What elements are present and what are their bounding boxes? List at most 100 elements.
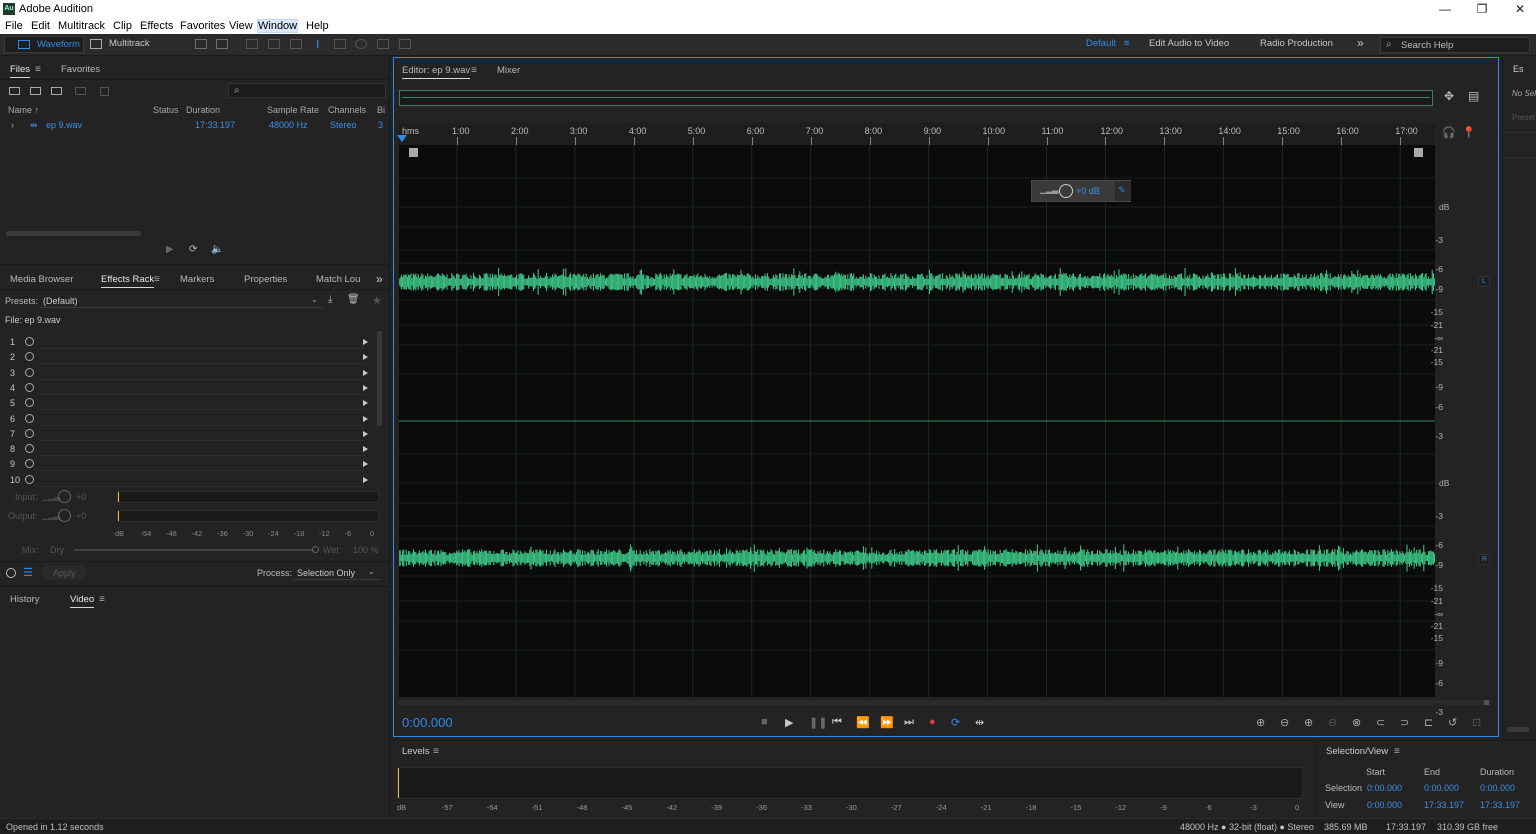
column-channels[interactable]: Channels bbox=[328, 105, 366, 115]
rack-power-icon[interactable] bbox=[6, 568, 16, 578]
save-preset-icon[interactable]: ⤓ bbox=[328, 294, 332, 305]
previous-button[interactable]: ⏮ bbox=[832, 716, 842, 729]
view-end[interactable]: 17:33.197 bbox=[1424, 800, 1464, 810]
next-button[interactable]: ⏭ bbox=[904, 716, 914, 729]
files-search-input[interactable]: ⌕ bbox=[228, 83, 386, 98]
slip-tool-icon[interactable] bbox=[290, 39, 302, 49]
play-preview-icon[interactable]: ▶ bbox=[166, 244, 174, 255]
lasso-tool-icon[interactable] bbox=[355, 39, 367, 49]
pause-button[interactable]: ❚❚ bbox=[809, 716, 827, 729]
zoom-tracks-icon[interactable]: ⊡ bbox=[1472, 716, 1481, 729]
effect-menu-arrow-icon[interactable] bbox=[363, 339, 368, 345]
editor-menu-icon[interactable]: ≡ bbox=[471, 65, 477, 76]
pin-hud-button[interactable]: ✎ bbox=[1115, 181, 1131, 201]
playhead-marker[interactable] bbox=[397, 135, 407, 142]
fade-in-handle-icon[interactable] bbox=[409, 148, 418, 157]
menu-multitrack[interactable]: Multitrack bbox=[58, 20, 105, 32]
waveform-view-button[interactable]: Waveform bbox=[4, 36, 84, 53]
video-panel-menu-icon[interactable]: ≡ bbox=[99, 594, 105, 605]
effect-power-icon[interactable] bbox=[25, 367, 34, 377]
horizontal-scrollbar[interactable] bbox=[399, 700, 1491, 705]
spot-healing-tool-icon[interactable] bbox=[399, 39, 411, 49]
effect-power-icon[interactable] bbox=[25, 444, 34, 454]
effect-slot[interactable]: 1 bbox=[0, 335, 375, 349]
fade-out-handle-icon[interactable] bbox=[1414, 148, 1423, 157]
column-sample-rate[interactable]: Sample Rate bbox=[267, 105, 319, 115]
tab-selection-view[interactable]: Selection/View bbox=[1326, 746, 1388, 757]
column-name[interactable]: Name ↑ bbox=[8, 105, 39, 115]
effect-power-icon[interactable] bbox=[25, 337, 34, 346]
effect-slot[interactable]: 9 bbox=[0, 457, 375, 472]
panel-overflow-icon[interactable]: » bbox=[376, 272, 383, 286]
zoom-full-icon[interactable]: ⊗ bbox=[1352, 716, 1361, 729]
close-file-icon[interactable] bbox=[100, 87, 109, 96]
menu-edit[interactable]: Edit bbox=[31, 20, 50, 32]
menu-clip[interactable]: Clip bbox=[113, 20, 132, 32]
workspace-edit-audio-to-video[interactable]: Edit Audio to Video bbox=[1149, 38, 1229, 49]
process-dropdown[interactable]: Selection Only ⌄ bbox=[294, 565, 380, 580]
effect-slot[interactable]: 4 bbox=[0, 381, 375, 395]
zoom-amplitude-icon[interactable]: ✥ bbox=[1444, 89, 1454, 103]
menu-help[interactable]: Help bbox=[306, 20, 329, 32]
column-bits[interactable]: Bi bbox=[377, 105, 385, 115]
waveform-display[interactable] bbox=[399, 145, 1435, 697]
minimize-button[interactable]: — bbox=[1430, 1, 1460, 17]
effect-slot[interactable]: 7 bbox=[0, 427, 375, 441]
effect-menu-arrow-icon[interactable] bbox=[363, 446, 368, 453]
time-selection-tool-icon[interactable]: I bbox=[316, 38, 319, 50]
overview-navigator[interactable] bbox=[399, 90, 1433, 106]
new-file-icon[interactable] bbox=[51, 87, 62, 95]
selection-start[interactable]: 0:00.000 bbox=[1367, 783, 1402, 793]
rewind-button[interactable]: ⏪ bbox=[856, 716, 870, 729]
spectral-pitch-icon[interactable] bbox=[216, 39, 228, 49]
file-row[interactable]: › ⇹ ep 9.wav 17:33.197 48000 Hz Stereo 3 bbox=[0, 118, 390, 132]
search-help-field[interactable]: ⌕ Search Help bbox=[1380, 37, 1530, 53]
apply-button[interactable]: Apply bbox=[42, 565, 87, 580]
time-ruler[interactable]: hms 1:00 2:00 3:00 4:00 5:00 6:00 7:00 8:00 9:00… bbox=[399, 123, 1435, 145]
output-gain-knob[interactable] bbox=[58, 509, 71, 522]
effect-menu-arrow-icon[interactable] bbox=[363, 476, 368, 483]
close-button[interactable]: ✕ bbox=[1505, 1, 1535, 17]
effect-slot[interactable]: 3 bbox=[0, 366, 375, 380]
effect-slot[interactable]: 2 bbox=[0, 350, 375, 365]
effects-rack-menu-icon[interactable]: ≡ bbox=[154, 274, 160, 285]
menu-favorites[interactable]: Favorites bbox=[180, 20, 225, 32]
tab-media-browser[interactable]: Media Browser bbox=[10, 274, 73, 285]
zoom-in-time-icon[interactable]: ⊕ bbox=[1304, 716, 1313, 729]
effect-menu-arrow-icon[interactable] bbox=[363, 369, 368, 376]
rack-list-icon[interactable]: ☰ bbox=[23, 566, 33, 579]
effect-menu-arrow-icon[interactable] bbox=[363, 461, 368, 468]
skip-selection-button[interactable]: ⇹ bbox=[975, 716, 984, 729]
zoom-out-time-icon[interactable]: ⊖ bbox=[1328, 716, 1337, 729]
effect-menu-arrow-icon[interactable] bbox=[363, 415, 368, 422]
effect-power-icon[interactable] bbox=[25, 474, 34, 484]
effect-slot[interactable]: 10 bbox=[0, 473, 375, 487]
hud-gain-knob[interactable] bbox=[1059, 184, 1073, 198]
tab-history[interactable]: History bbox=[10, 594, 40, 605]
mix-slider[interactable] bbox=[74, 546, 319, 553]
tab-files[interactable]: Files bbox=[10, 64, 31, 78]
channel-r-toggle[interactable]: R bbox=[1478, 554, 1490, 565]
zoom-reset-icon[interactable]: ↺ bbox=[1448, 716, 1457, 729]
import-file-icon[interactable] bbox=[30, 87, 41, 95]
column-duration[interactable]: Duration bbox=[186, 105, 220, 115]
effect-power-icon[interactable] bbox=[25, 352, 34, 362]
move-tool-icon[interactable] bbox=[246, 39, 258, 49]
rack-scrollbar[interactable] bbox=[377, 331, 382, 426]
tab-editor[interactable]: Editor: ep 9.wav bbox=[402, 65, 471, 79]
tab-effects-rack[interactable]: Effects Rack bbox=[101, 274, 155, 288]
view-start[interactable]: 0:00.000 bbox=[1367, 800, 1402, 810]
zoom-out-point-icon[interactable]: ⊃ bbox=[1400, 716, 1409, 729]
zoom-selection-icon[interactable]: ⊏ bbox=[1424, 716, 1433, 729]
workspace-menu-icon[interactable]: ≡ bbox=[1124, 38, 1130, 49]
delete-preset-icon[interactable]: 🗑 bbox=[347, 294, 360, 305]
effect-power-icon[interactable] bbox=[25, 428, 34, 438]
workspace-radio-production[interactable]: Radio Production bbox=[1260, 38, 1333, 49]
effect-power-icon[interactable] bbox=[25, 382, 34, 392]
view-options-icon[interactable]: ▤ bbox=[1468, 89, 1479, 103]
tab-levels[interactable]: Levels bbox=[402, 746, 429, 757]
effect-power-icon[interactable] bbox=[25, 459, 34, 469]
record-button[interactable]: ● bbox=[929, 716, 936, 728]
workspace-default[interactable]: Default bbox=[1086, 38, 1116, 49]
menu-effects[interactable]: Effects bbox=[140, 20, 173, 32]
